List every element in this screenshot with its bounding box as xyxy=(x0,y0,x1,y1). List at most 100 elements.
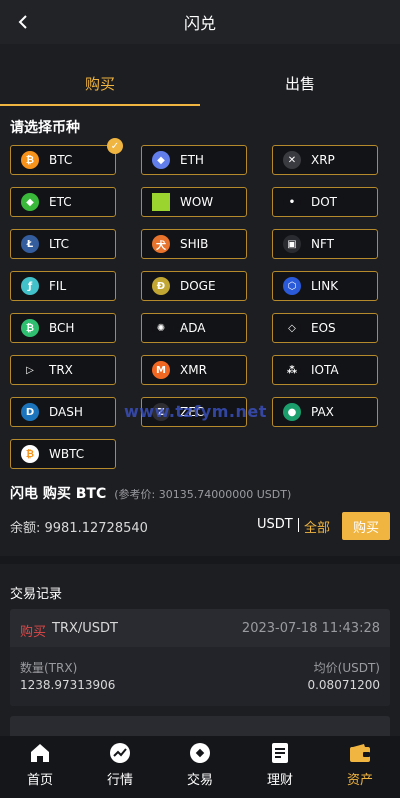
nav-assets[interactable]: 资产 xyxy=(320,736,400,798)
nav-assets-label: 资产 xyxy=(346,773,373,788)
coin-btc[interactable]: ₿ BTC ✓ xyxy=(10,138,123,175)
coin-fil[interactable]: ƒ FIL xyxy=(10,271,116,301)
coin-label: DOT xyxy=(311,195,338,209)
eth-icon: ◆ xyxy=(152,151,170,169)
avg-price-value: 0.08071200 xyxy=(307,678,380,692)
nav-trade[interactable]: 交易 xyxy=(160,736,240,798)
nav-market[interactable]: 行情 xyxy=(80,736,160,798)
all-button[interactable]: 全部 xyxy=(304,517,330,536)
coin-label: XMR xyxy=(180,363,207,377)
coin-label: WBTC xyxy=(49,447,85,461)
coin-label: ETC xyxy=(49,195,72,209)
watermark: www.tzfym.net xyxy=(124,402,267,421)
coin-label: TRX xyxy=(49,363,73,377)
avg-price-label: 均价(USDT) xyxy=(313,661,380,675)
coin-label: LINK xyxy=(311,279,339,293)
nav-home-label: 首页 xyxy=(26,773,53,788)
nav-home[interactable]: 首页 xyxy=(0,736,80,798)
coin-shib[interactable]: 犬 SHIB xyxy=(141,229,247,259)
dot-icon: • xyxy=(283,193,301,211)
coin-label: LTC xyxy=(49,237,70,251)
iota-icon: ⁂ xyxy=(283,361,301,379)
unit-divider xyxy=(298,518,299,532)
coin-dot[interactable]: • DOT xyxy=(272,187,378,217)
doge-icon: Ð xyxy=(152,277,170,295)
coin-bch[interactable]: ₿ BCH xyxy=(10,313,116,343)
buy-button[interactable]: 购买 xyxy=(342,512,390,540)
coin-label: IOTA xyxy=(311,363,339,377)
coin-label: DASH xyxy=(49,405,83,419)
coin-label: BTC xyxy=(49,153,73,167)
ltc-icon: Ł xyxy=(21,235,39,253)
reference-price: (参考价: 30135.74000000 USDT) xyxy=(114,488,292,501)
coin-pax[interactable]: ● PAX xyxy=(272,397,378,427)
coin-label: WOW xyxy=(180,195,214,209)
trade-icon xyxy=(190,743,210,763)
records-title: 交易记录 xyxy=(10,587,63,602)
nav-trade-label: 交易 xyxy=(186,773,213,788)
finance-icon xyxy=(272,743,288,763)
balance-row: 余额: 9981.12728540 USDT 全部 购买 xyxy=(10,512,390,540)
btc-icon: ₿ xyxy=(21,151,39,169)
coin-trx[interactable]: ▷ TRX xyxy=(10,355,116,385)
coin-dash[interactable]: D DASH xyxy=(10,397,116,427)
shib-icon: 犬 xyxy=(152,235,170,253)
bottom-nav: 首页 行情 交易 理财 资产 xyxy=(0,736,400,798)
section-divider xyxy=(0,556,400,564)
coin-xrp[interactable]: ✕ XRP xyxy=(272,145,378,175)
chart-icon xyxy=(110,743,130,763)
coin-wbtc[interactable]: ₿ WBTC xyxy=(10,439,116,469)
wallet-icon xyxy=(350,744,370,762)
balance-value: 余额: 9981.12728540 xyxy=(10,521,148,536)
coin-label: PAX xyxy=(311,405,334,419)
coin-label: BCH xyxy=(49,321,75,335)
wbtc-icon: ₿ xyxy=(21,445,39,463)
quantity-value: 1238.97313906 xyxy=(20,678,116,692)
coin-wow[interactable]: WOW xyxy=(141,187,247,217)
coin-xmr[interactable]: M XMR xyxy=(141,355,247,385)
coin-nft[interactable]: ▣ NFT xyxy=(272,229,378,259)
link-icon: ⬡ xyxy=(283,277,301,295)
balance-unit: USDT xyxy=(257,517,293,532)
xrp-icon: ✕ xyxy=(283,151,301,169)
coin-doge[interactable]: Ð DOGE xyxy=(141,271,247,301)
record-side: 购买 xyxy=(20,625,47,640)
home-icon xyxy=(31,744,49,762)
coin-ada[interactable]: ✺ ADA xyxy=(141,313,247,343)
etc-icon: ◆ xyxy=(21,193,39,211)
flash-title: 闪电 购买 BTC xyxy=(10,486,107,502)
selected-check-icon: ✓ xyxy=(107,138,123,154)
coin-etc[interactable]: ◆ ETC xyxy=(10,187,116,217)
coin-label: ETH xyxy=(180,153,204,167)
fil-icon: ƒ xyxy=(21,277,39,295)
dash-icon: D xyxy=(21,403,39,421)
coin-link[interactable]: ⬡ LINK xyxy=(272,271,378,301)
trx-icon: ▷ xyxy=(21,361,39,379)
coin-ltc[interactable]: Ł LTC xyxy=(10,229,116,259)
record-header: 购买 TRX/USDT 2023-07-18 11:43:28 xyxy=(10,609,390,647)
coin-iota[interactable]: ⁂ IOTA xyxy=(272,355,378,385)
coin-label: ADA xyxy=(180,321,206,335)
pax-icon: ● xyxy=(283,403,301,421)
coin-label: SHIB xyxy=(180,237,209,251)
coin-eos[interactable]: ◇ EOS xyxy=(272,313,378,343)
bch-icon: ₿ xyxy=(21,319,39,337)
quantity-label: 数量(TRX) xyxy=(20,661,78,675)
nav-market-label: 行情 xyxy=(106,773,133,788)
ada-icon: ✺ xyxy=(152,319,170,337)
coin-label: NFT xyxy=(311,237,334,251)
trade-record[interactable]: 购买 TRX/USDT 2023-07-18 11:43:28 数量(TRX) … xyxy=(10,609,390,706)
record-time: 2023-07-18 11:43:28 xyxy=(241,621,380,636)
nav-finance-label: 理财 xyxy=(266,773,293,788)
nft-icon: ▣ xyxy=(283,235,301,253)
coin-label: EOS xyxy=(311,321,336,335)
record-details: 数量(TRX) 1238.97313906 均价(USDT) 0.0807120… xyxy=(10,647,390,706)
coin-eth[interactable]: ◆ ETH xyxy=(141,145,247,175)
coin-label: DOGE xyxy=(180,279,216,293)
coin-label: XRP xyxy=(311,153,335,167)
flash-buy-title: 闪电 购买 BTC (参考价: 30135.74000000 USDT) xyxy=(10,483,291,503)
wow-icon xyxy=(152,193,170,211)
eos-icon: ◇ xyxy=(283,319,301,337)
nav-finance[interactable]: 理财 xyxy=(240,736,320,798)
xmr-icon: M xyxy=(152,361,170,379)
